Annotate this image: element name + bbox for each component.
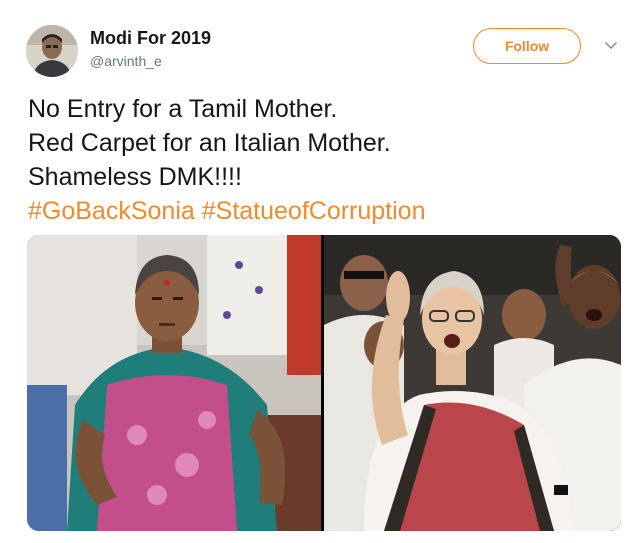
- hashtag-link[interactable]: #StatueofCorruption: [202, 197, 426, 225]
- tweet-card: Modi For 2019 @arvinth_e Follow No Entry…: [0, 0, 640, 543]
- tweet-line: Red Carpet for an Italian Mother.: [28, 129, 391, 157]
- hashtag-row: #GoBackSonia #StatueofCorruption: [28, 194, 618, 228]
- display-name[interactable]: Modi For 2019: [90, 28, 211, 49]
- tweet-line: Shameless DMK!!!!: [28, 163, 242, 191]
- tweet-line: No Entry for a Tamil Mother.: [28, 95, 338, 123]
- tweet-text: No Entry for a Tamil Mother. Red Carpet …: [28, 92, 618, 228]
- follow-button[interactable]: Follow: [473, 28, 581, 64]
- user-handle[interactable]: @arvinth_e: [90, 53, 162, 69]
- photo-left[interactable]: [27, 235, 321, 531]
- avatar[interactable]: [26, 25, 78, 77]
- hashtag-link[interactable]: #GoBackSonia: [28, 197, 195, 225]
- media-grid: [27, 235, 621, 531]
- photo-right[interactable]: [324, 235, 621, 531]
- chevron-down-icon[interactable]: [603, 38, 619, 54]
- avatar-image: [26, 25, 78, 77]
